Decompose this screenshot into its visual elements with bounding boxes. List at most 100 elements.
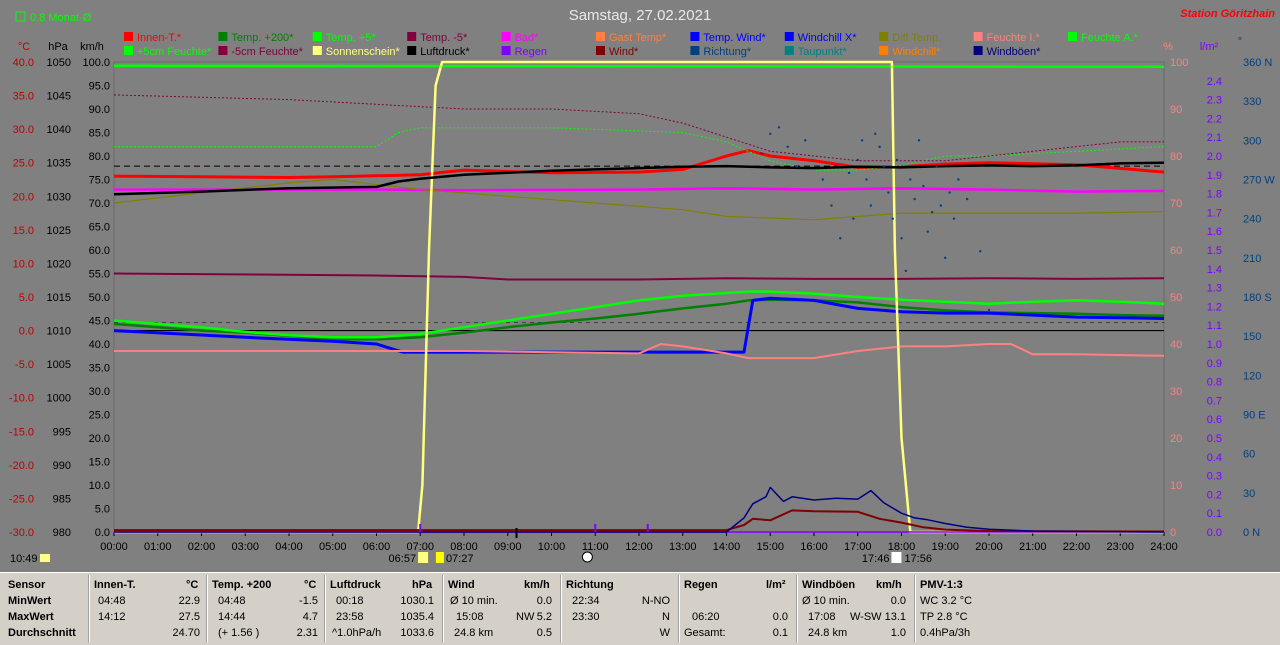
temp-tick-label: 40.0 — [13, 57, 34, 69]
lm2-tick-label: 1.1 — [1207, 320, 1222, 332]
x-tick-label: 16:00 — [800, 541, 828, 553]
gust-header: Windböen — [802, 579, 856, 591]
unit-kmh: km/h — [80, 41, 104, 53]
temp200-trend: (+ 1.56 ) — [218, 627, 260, 639]
chart-title: Samstag, 27.02.2021 — [569, 7, 712, 24]
direction-point — [926, 230, 929, 233]
deg-tick-label: 120 — [1243, 370, 1261, 382]
x-tick-label: 22:00 — [1063, 541, 1091, 553]
legend-label: Windchill X* — [798, 32, 857, 44]
direction-point — [856, 158, 859, 162]
hpa-tick-label: 1030 — [47, 191, 71, 203]
lm2-tick-label: 0.0 — [1207, 527, 1222, 539]
pct-tick-label: 20 — [1170, 433, 1182, 445]
lm2-tick-label: 2.3 — [1207, 95, 1222, 107]
x-tick-label: 12:00 — [625, 541, 653, 553]
rain-marker — [594, 524, 597, 532]
deg-tick-label: 240 — [1243, 214, 1261, 226]
x-tick-label: 24:00 — [1150, 541, 1178, 553]
wind-header: Wind — [448, 579, 475, 591]
pct-tick-label: 60 — [1170, 245, 1182, 257]
x-tick-label: 21:00 — [1019, 541, 1047, 553]
unit-deg: ° — [1238, 36, 1242, 48]
legend-swatch — [501, 46, 511, 55]
dawn-time: 06:57 — [389, 553, 417, 565]
pmv-dewpoint: TP 2.8 °C — [920, 611, 968, 623]
max-row-label: MaxWert — [8, 611, 54, 623]
innen-max-time: 14:12 — [98, 611, 126, 623]
now-marker-icon — [581, 551, 593, 563]
legend-swatch — [973, 32, 983, 41]
legend-swatch — [124, 46, 133, 55]
innen-avg-value: 24.70 — [172, 627, 200, 639]
lm2-tick-label: 0.1 — [1207, 508, 1222, 520]
pct-tick-label: 100 — [1170, 57, 1188, 69]
pct-tick-label: 70 — [1170, 198, 1182, 210]
wind-min-value: 0.0 — [536, 595, 552, 607]
deg-tick-label: 210 — [1243, 253, 1261, 265]
rain-marker — [646, 524, 649, 532]
kmh-tick-label: 70.0 — [89, 198, 110, 210]
x-tick-label: 15:00 — [756, 541, 784, 553]
pressure-avg-value: 1033.6 — [400, 627, 434, 639]
x-tick-label: 07:00 — [406, 541, 434, 553]
legend-label: Luftdruck* — [420, 46, 470, 58]
innen-unit: °C — [186, 579, 199, 591]
deg-tick-label: 330 — [1243, 96, 1261, 108]
legend-label: Windböen* — [987, 46, 1042, 58]
legend-label: Temp. Wind* — [703, 32, 766, 44]
current-time-icon — [40, 554, 50, 562]
legend-label: Bad* — [515, 32, 540, 44]
kmh-tick-label: 85.0 — [89, 128, 110, 140]
direction-point — [777, 126, 781, 129]
pressure-max-time: 23:58 — [336, 611, 364, 623]
pressure-max-value: 1035.4 — [400, 611, 434, 623]
gust-max-value: 13.1 — [884, 611, 906, 623]
monthly-avg-icon — [15, 11, 26, 22]
gust-min-label: Ø 10 min. — [802, 595, 850, 607]
kmh-tick-label: 5.0 — [95, 504, 110, 516]
temp-tick-label: -25.0 — [9, 493, 34, 505]
legend-label: -5cm Feuchte* — [231, 46, 303, 58]
kmh-tick-label: 25.0 — [89, 410, 110, 422]
monthly-avg-label: 0.8 Monat-Ø — [30, 12, 92, 24]
unit-lm2: l/m² — [1200, 41, 1219, 53]
rain-header: Regen — [684, 579, 718, 591]
direction-point — [804, 139, 807, 142]
legend-swatch — [784, 32, 794, 41]
lm2-tick-label: 1.0 — [1207, 339, 1222, 351]
lm2-tick-label: 1.2 — [1207, 301, 1222, 313]
temp-tick-label: 5.0 — [19, 292, 34, 304]
temp200-max-time: 14:44 — [218, 611, 246, 623]
lm2-tick-label: 1.6 — [1207, 226, 1222, 238]
direction-point — [939, 204, 943, 207]
direction-point — [795, 165, 798, 168]
deg-tick-label: 300 — [1243, 135, 1261, 147]
hpa-tick-label: 1025 — [47, 225, 71, 237]
x-tick-label: 08:00 — [450, 541, 478, 553]
legend-label: Wind* — [609, 46, 639, 58]
hpa-tick-label: 985 — [53, 493, 71, 505]
pct-tick-label: 30 — [1170, 386, 1182, 398]
innen-min-time: 04:48 — [98, 595, 126, 607]
temp-tick-label: 15.0 — [13, 225, 34, 237]
deg-tick-label: 0 N — [1243, 527, 1260, 539]
legend-swatch — [596, 46, 605, 55]
legend-swatch — [596, 32, 605, 41]
hpa-tick-label: 1000 — [47, 393, 71, 405]
unit-temp: °C — [18, 41, 30, 53]
direction-point — [965, 197, 969, 201]
innen-min-value: 22.9 — [178, 595, 200, 607]
direction-point — [869, 204, 873, 207]
innen-max-value: 27.5 — [178, 611, 200, 623]
direction-point — [865, 178, 868, 181]
rain-total-value: 0.1 — [772, 627, 788, 639]
temp200-min-value: -1.5 — [299, 595, 318, 607]
pressure-header: Luftdruck — [330, 579, 381, 591]
min-row-label: MinWert — [8, 595, 52, 607]
lm2-tick-label: 1.5 — [1207, 245, 1222, 257]
gust-unit: km/h — [876, 579, 902, 591]
direction-point — [895, 158, 899, 162]
temp200-unit: °C — [304, 579, 317, 591]
direction-point — [882, 165, 886, 168]
